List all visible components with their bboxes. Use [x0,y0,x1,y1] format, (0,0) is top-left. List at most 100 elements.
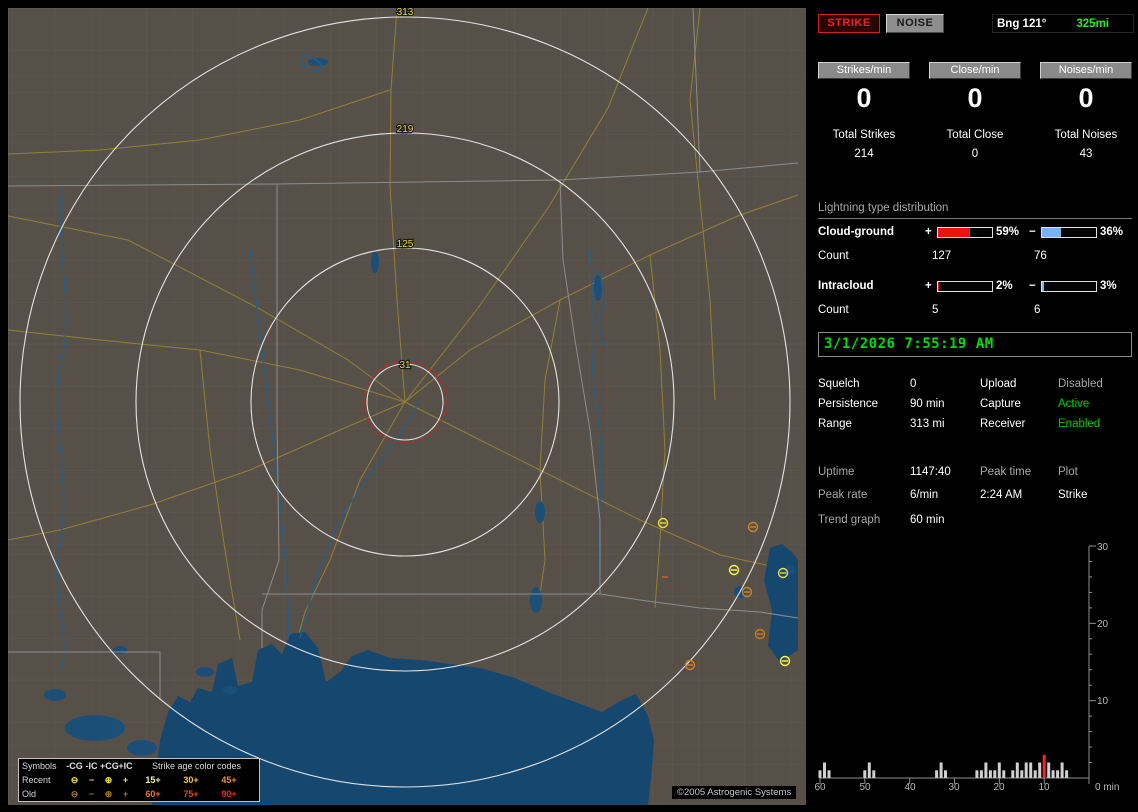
trend-bar [939,762,943,778]
recent-pos-ic-icon: + [122,775,129,785]
count-label: Count [818,304,849,316]
minus-sign: − [1029,280,1036,292]
x-tick-label: 50 [859,782,871,793]
pos-ic-column-label: +IC [118,761,133,771]
plus-sign: + [925,280,932,292]
x-tick-label: 40 [904,782,916,793]
trend-bar [993,770,997,778]
trend-tick-labels: 30 20 10 60 50 40 30 20 10 0 min [814,542,1119,793]
recent-neg-ic-icon: − [88,775,95,785]
trend-bar [867,762,871,778]
total-noises-value: 43 [1079,148,1093,160]
bearing-label: Bng 121° [997,17,1047,30]
trend-bar [988,770,992,778]
neg-ic-column-label: -IC [85,761,98,771]
noises-per-min-button[interactable]: Noises/min [1040,62,1132,79]
ring-label: 125 [397,239,414,250]
plot-label: Plot [1058,465,1078,478]
legend-old-label: Old [22,789,37,799]
rate-buttons-row: Strikes/min Close/min Noises/min [818,62,1132,79]
close-per-min-value: 0 [967,83,983,113]
y-tick-label: 20 [1097,619,1109,630]
intracloud-label: Intracloud [818,280,874,292]
minus-sign: − [1029,226,1036,238]
y-tick-label: 10 [1097,696,1109,707]
ic-negative-bar [1041,280,1097,292]
strike-mode-button[interactable]: STRIKE [818,14,880,33]
upload-status: Disabled [1058,378,1103,390]
bearing-distance: 325mi [1076,17,1109,30]
persistence-value: 90 min [910,398,945,410]
trend-bar [1020,770,1024,778]
trend-bar [979,770,983,778]
peak-rate-value: 6/min [910,488,939,501]
peak-time-label: Peak time [980,465,1032,478]
trend-bar [827,770,831,778]
strikes-per-min-button[interactable]: Strikes/min [818,62,910,79]
cg-positive-pct: 59% [996,226,1020,238]
trend-graph-row: Trend graph 60 min [818,514,945,526]
squelch-value: 0 [910,378,917,390]
uptime-value: 1147:40 [910,465,951,478]
trend-bar [1042,754,1046,778]
trend-window-value: 60 min [910,514,945,526]
ic-positive-count: 5 [932,304,939,316]
trend-bar [1065,770,1069,778]
recent-pos-cg-icon: ⊕ [104,774,113,785]
y-tick-label: 30 [1097,542,1109,553]
cloud-ground-count-row: Count 127 76 [818,249,1047,263]
peak-time-value: 2:24 AM [980,488,1023,501]
total-close-label: Total Close [946,129,1004,141]
plus-sign: + [925,226,932,238]
trend-bar [823,762,826,778]
trend-bar [1002,770,1006,778]
cloud-ground-row: Cloud-ground + 59% − 36% [818,225,1133,239]
trend-bar [1047,762,1051,778]
trend-graph-label: Trend graph [818,514,881,526]
age-code-90: 90+ [221,789,237,799]
close-per-min-button[interactable]: Close/min [929,62,1021,79]
ring-label: 31 [399,360,411,371]
trend-bar [1033,770,1037,778]
receiver-status: Enabled [1058,418,1101,430]
ring-label: 219 [397,124,414,135]
bearing-display: Bng 121° 325mi [992,14,1134,33]
copyright-text: ©2005 Astrogenic Systems [672,786,797,799]
total-strikes-value: 214 [854,148,874,160]
distribution-section-title: Lightning type distribution [818,202,1132,219]
trend-bar [997,762,1001,778]
total-strikes-label: Total Strikes [832,129,896,141]
count-label: Count [818,250,849,262]
total-noises-label: Total Noises [1054,129,1118,141]
session-table: Uptime 1147:40 Peak time Plot Peak rate … [818,460,1138,506]
trend-bar [1011,770,1015,778]
noise-mode-button[interactable]: NOISE [886,14,944,33]
trend-bar [944,770,947,778]
ic-positive-pct: 2% [996,280,1013,292]
trend-bar [1060,762,1064,778]
legend-symbols-title: Symbols [22,761,57,771]
map-svg[interactable]: 313 219 125 31 [8,8,806,805]
lightning-map[interactable]: 313 219 125 31 Symbols -CG -IC +CG +IC S… [8,8,806,805]
strikes-per-min-value: 0 [856,83,872,113]
trend-bar [1056,770,1060,778]
trend-bar [984,762,988,778]
age-code-60: 60+ [145,789,161,799]
age-code-15: 15+ [145,775,161,785]
uptime-label: Uptime [818,465,855,478]
trend-axis-ticks [819,545,1096,784]
symbols-legend: Symbols -CG -IC +CG +IC Strike age color… [18,758,260,802]
x-tick-label: 30 [948,782,960,793]
trend-chart: 30 20 10 60 50 40 30 20 10 0 min [814,542,1119,793]
x-tick-label: 20 [993,782,1005,793]
x-tick-label: 60 [814,782,826,793]
trend-bar [1038,762,1042,778]
x-tick-label: 10 [1038,782,1050,793]
totals-values-row: 214 0 43 [818,148,1132,160]
mode-toolbar: STRIKE NOISE Bng 121° 325mi [818,14,1134,34]
receiver-label: Receiver [980,418,1026,430]
rate-values-row: 0 0 0 [818,83,1132,114]
pos-cg-column-label: +CG [100,761,119,771]
range-value: 313 mi [910,418,945,430]
ic-positive-bar [937,280,993,292]
